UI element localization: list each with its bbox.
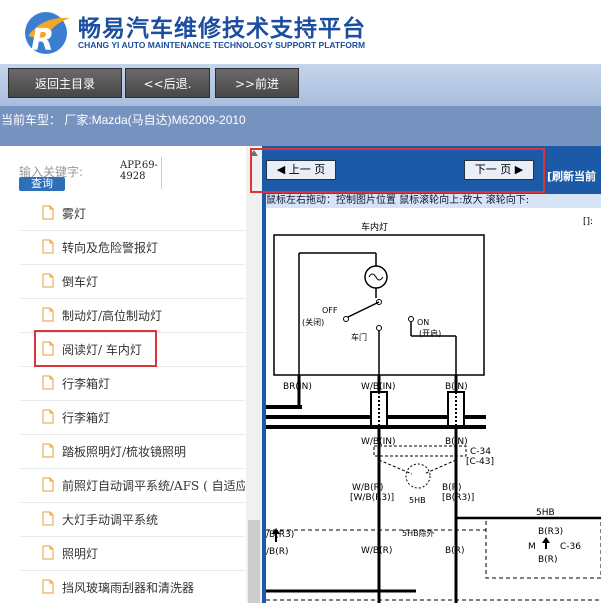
corner-note: []: xyxy=(583,217,593,227)
back-to-main-button[interactable]: 返回主目录 xyxy=(8,68,122,98)
wire-br-b: B(R) xyxy=(538,555,557,565)
svg-text:R: R xyxy=(31,23,54,58)
left-panel-scrollbar[interactable] xyxy=(246,146,262,603)
logo-icon: R xyxy=(25,12,70,58)
tree-item-label: 倒车灯 xyxy=(62,275,99,289)
tree-item-brake-lamp[interactable]: 制动灯/高位制动灯 xyxy=(20,298,245,333)
wire-br3-left: /B(R3) xyxy=(266,530,294,540)
splice-5hb-label: 5HB xyxy=(409,496,426,505)
scroll-thumb[interactable] xyxy=(248,520,260,603)
selected-item-highlight xyxy=(34,330,157,367)
tree-item-fog-lamp[interactable]: 雾灯 xyxy=(20,196,245,231)
tree-item-label: 踏板照明灯/梳妆镜照明 xyxy=(62,445,187,459)
wire-wbr-2: W/B(R) xyxy=(361,546,392,556)
refresh-link[interactable]: [刷新当前 xyxy=(547,168,596,184)
file-icon xyxy=(42,307,54,322)
wire-br3: [B(R3)] xyxy=(442,493,474,503)
on-label: ON xyxy=(417,318,429,327)
platform-subtitle: CHANG YI AUTO MAINTENANCE TECHNOLOGY SUP… xyxy=(78,40,366,50)
file-icon xyxy=(42,477,54,492)
file-icon xyxy=(42,273,54,288)
tree-item-label: 制动灯/高位制动灯 xyxy=(62,309,163,323)
connector-c34: C-34 xyxy=(470,447,491,457)
current-model-text: 当前车型： 厂家:Mazda(马自达)M62009-2010 xyxy=(1,113,246,127)
file-icon xyxy=(42,579,54,594)
file-icon xyxy=(42,205,54,220)
tree-item-turn-hazard[interactable]: 转向及危险警报灯 xyxy=(20,230,245,265)
splice-icon xyxy=(405,463,431,489)
search-button[interactable]: 查询 xyxy=(19,177,65,191)
connector-c43: [C-43] xyxy=(466,457,494,467)
wiring-diagram-svg: 车内灯 []: OFF (关闭) ON (开启) 车门 BR(IN) W/B(I… xyxy=(266,217,601,603)
wire-wbr3: [W/B(R3)] xyxy=(350,493,394,503)
off-cn-label: (关闭) xyxy=(302,317,324,327)
file-icon xyxy=(42,511,54,526)
file-icon xyxy=(42,443,54,458)
shb-except-label: 5HB除外 xyxy=(402,528,435,538)
file-icon xyxy=(42,545,54,560)
tree-item-reverse-lamp[interactable]: 倒车灯 xyxy=(20,264,245,299)
header: R 畅易汽车维修技术支持平台 CHANG YI AUTO MAINTENANCE… xyxy=(0,0,601,64)
tree-item-step-vanity-lamp[interactable]: 踏板照明灯/梳妆镜照明 xyxy=(20,434,245,469)
wire-br-left: /B(R) xyxy=(266,547,288,557)
app-code: APP.69- 4928 xyxy=(120,160,158,182)
file-icon xyxy=(42,409,54,424)
tree-item-label: 转向及危险警报灯 xyxy=(62,241,159,255)
wire-br: B(R) xyxy=(442,483,461,493)
motor-m: M xyxy=(528,542,536,552)
tree-item-label: 前照灯自动调平系统/AFS ( 自适应 xyxy=(62,479,245,493)
current-model-bar: 当前车型： 厂家:Mazda(马自达)M62009-2010 xyxy=(0,106,601,146)
tree-item-wiper-washer[interactable]: 挡风玻璃雨刮器和清洗器 xyxy=(20,570,245,603)
connector-c36: C-36 xyxy=(560,542,581,552)
tree-item-trunk-lamp[interactable]: 行李箱灯 xyxy=(20,366,245,401)
wiring-diagram[interactable]: 车内灯 []: OFF (关闭) ON (开启) 车门 BR(IN) W/B(I… xyxy=(266,208,601,603)
door-label: 车门 xyxy=(351,332,367,342)
hint-bar: 鼠标左右拖动：控制图片位置 鼠标滚轮向上:放大 滚轮向下: xyxy=(266,194,601,208)
tree-item-manual-leveling[interactable]: 大灯手动调平系统 xyxy=(20,502,245,537)
platform-title: 畅易汽车维修技术支持平台 xyxy=(78,15,366,42)
shb-label-2: 5HB xyxy=(536,508,555,518)
tree-item-label: 照明灯 xyxy=(62,547,99,561)
switch-lever xyxy=(345,301,380,319)
wire-br-in: BR(IN) xyxy=(283,382,312,392)
tree-item-label: 雾灯 xyxy=(62,207,87,221)
wire-br-2: B(R) xyxy=(445,546,464,556)
forward-button[interactable]: >>前进 xyxy=(215,68,299,98)
tree-item-label: 大灯手动调平系统 xyxy=(62,513,159,527)
left-panel: 输入关键字: 查询 APP.69- 4928 雾灯 转向及危险警报灯 倒车灯 制… xyxy=(0,146,245,603)
tree-item-label: 行李箱灯 xyxy=(62,377,111,391)
nav-bar: 返回主目录 <<后退. >>前进 xyxy=(0,64,601,106)
lamp-title: 车内灯 xyxy=(361,221,388,233)
pager-highlight xyxy=(250,148,545,193)
wire-wbr: W/B(R) xyxy=(352,483,383,493)
file-icon xyxy=(42,375,54,390)
off-label: OFF xyxy=(322,306,338,315)
on-cn-label: (开启) xyxy=(419,328,441,338)
tree-item-label: 挡风玻璃雨刮器和清洗器 xyxy=(62,581,195,595)
tree-item-trunk-lamp-2[interactable]: 行李箱灯 xyxy=(20,400,245,435)
file-icon xyxy=(42,239,54,254)
back-button[interactable]: <<后退. xyxy=(125,68,210,98)
tree-item-label: 行李箱灯 xyxy=(62,411,111,425)
tree-item-auto-leveling[interactable]: 前照灯自动调平系统/AFS ( 自适应 xyxy=(20,468,245,503)
tree-item-illumination[interactable]: 照明灯 xyxy=(20,536,245,571)
wire-br3-b: B(R3) xyxy=(538,527,563,537)
diagram-viewer: ◀ 上一 页 下一 页 ▶ [刷新当前 鼠标左右拖动：控制图片位置 鼠标滚轮向上… xyxy=(262,146,601,603)
